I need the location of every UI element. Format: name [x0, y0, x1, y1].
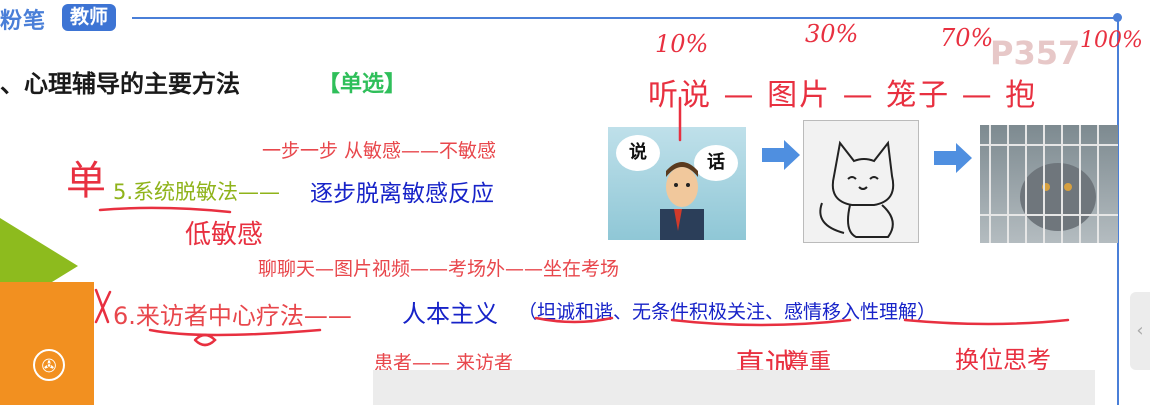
bottom-panel: [373, 370, 1095, 405]
decorative-block: [0, 282, 94, 405]
handwriting-strokes: [94, 96, 1070, 347]
film-reel-icon[interactable]: ✇: [33, 349, 65, 381]
collapse-panel-tab[interactable]: ‹: [1130, 292, 1150, 370]
